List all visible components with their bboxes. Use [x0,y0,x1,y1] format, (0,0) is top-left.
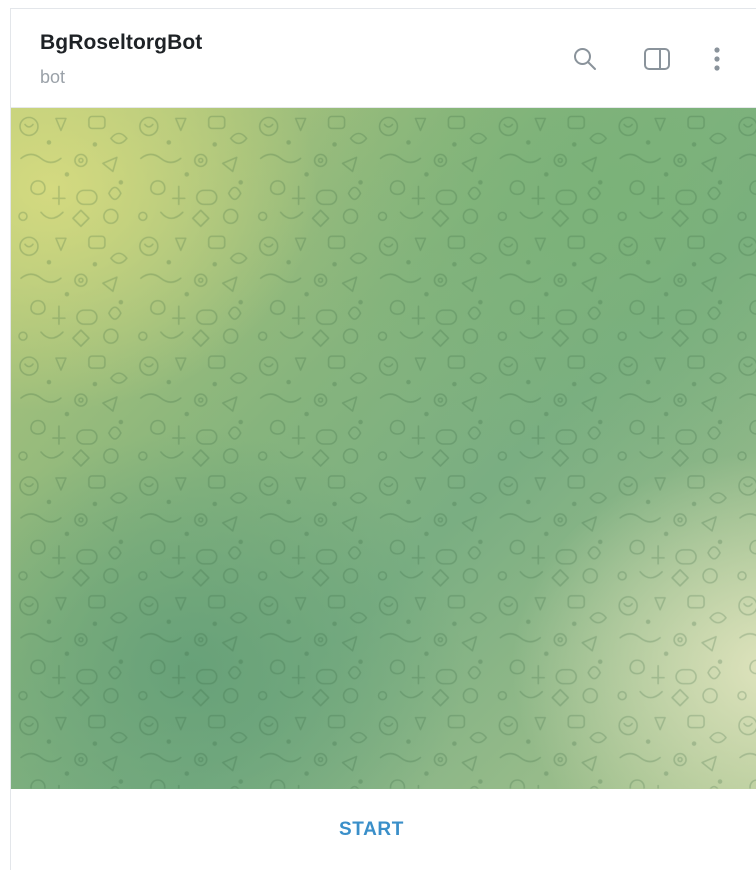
toggle-sidebar-button[interactable] [637,39,677,79]
more-options-button[interactable] [697,39,737,79]
doodle-pattern [11,108,756,789]
more-vertical-icon [714,47,720,71]
chat-title[interactable]: BgRoseltorgBot [40,31,202,55]
chat-window: BgRoseltorgBot bot START [10,8,756,870]
sidebar-toggle-icon [644,48,670,70]
chat-status: bot [40,67,66,87]
search-button[interactable] [565,39,605,79]
search-icon [574,48,596,70]
chat-footer: START [11,789,756,870]
chat-header: BgRoseltorgBot bot [11,9,756,108]
start-button[interactable]: START [299,809,444,851]
chat-wallpaper [11,108,756,789]
